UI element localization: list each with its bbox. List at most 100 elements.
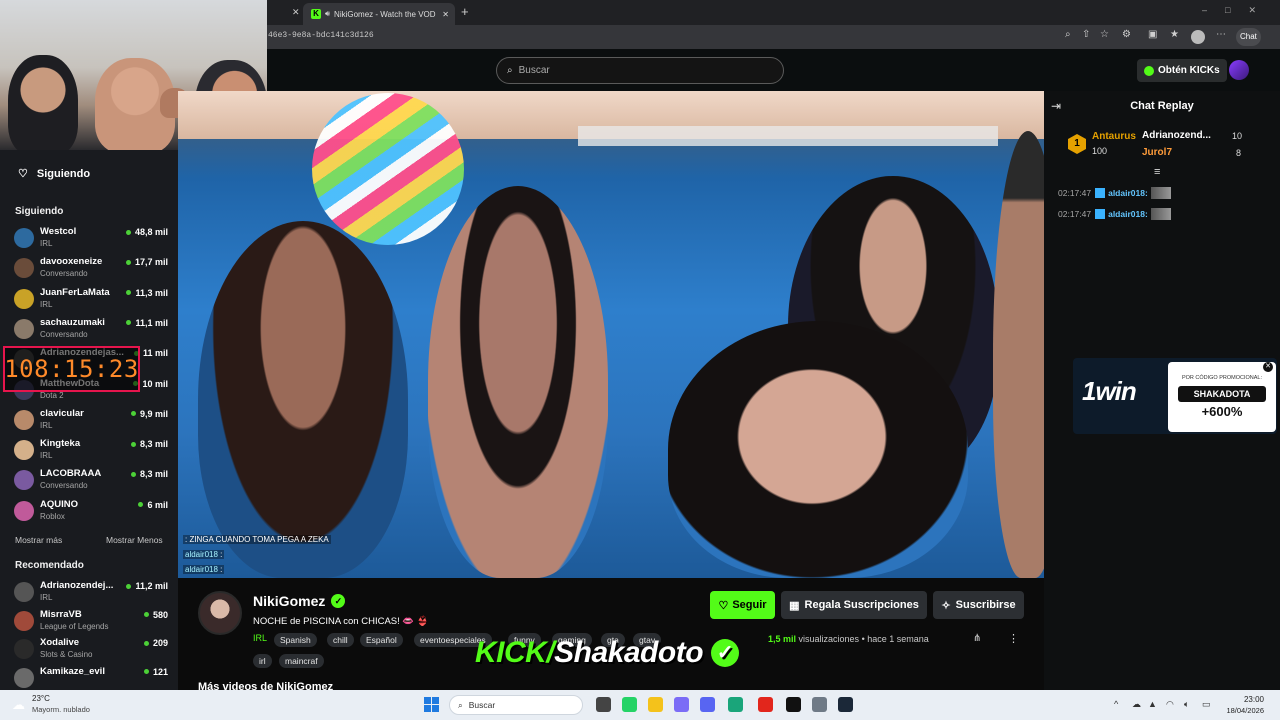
live-dot-icon <box>143 669 149 674</box>
weather-desc[interactable]: Mayorm. nublado <box>32 705 90 714</box>
viewer-count-value: 209 <box>152 638 168 648</box>
tag-chip[interactable]: chill <box>327 633 354 647</box>
profile-avatar[interactable] <box>1191 30 1205 44</box>
start-icon[interactable] <box>424 697 439 712</box>
video-chat-user: aldair018 <box>185 565 218 574</box>
leaderboard-name[interactable]: Adrianozend... <box>1142 130 1211 141</box>
filter-icon[interactable]: ≡ <box>1154 166 1160 178</box>
tab-close-icon[interactable]: ✕ <box>442 10 449 19</box>
channel-item[interactable]: davooxeneize Conversando 17,7 mil <box>14 256 168 284</box>
app-icon[interactable] <box>786 697 801 712</box>
tag-chip[interactable]: maincraf <box>279 654 324 668</box>
edge-icon[interactable] <box>728 697 743 712</box>
weather-icon[interactable]: ☁ <box>12 697 25 713</box>
tag-chip[interactable]: irl <box>253 654 272 668</box>
video-chat-text: : <box>217 565 223 574</box>
chat-message[interactable]: 02:17:47 aldair018: <box>1058 208 1171 220</box>
leaderboard-amount: 10 <box>1232 131 1243 141</box>
channel-item[interactable]: JuanFerLaMata IRL 11,3 mil <box>14 287 168 315</box>
viewer-count: 121 <box>143 666 168 677</box>
channel-item[interactable]: Westcol IRL 48,8 mil <box>14 226 168 254</box>
viewer-count-value: 121 <box>152 666 168 677</box>
channel-item[interactable]: sachauzumaki Conversando 11,1 mil <box>14 317 168 345</box>
app-icon[interactable] <box>674 697 689 712</box>
share-icon[interactable]: ⋔ <box>973 633 981 644</box>
channel-item[interactable]: Xodalive Slots & Casino 209 <box>14 637 168 665</box>
whatsapp-icon[interactable] <box>622 697 637 712</box>
file-explorer-icon[interactable] <box>648 697 663 712</box>
channel-item[interactable]: MisrraVB League of Legends 580 <box>14 609 168 637</box>
more-options-icon[interactable]: ⋮ <box>1008 632 1019 645</box>
task-view-icon[interactable] <box>596 697 611 712</box>
channel-item[interactable]: Kingteka IRL 8,3 mil <box>14 438 168 466</box>
leaderboard-name[interactable]: Jurol7 <box>1142 147 1172 158</box>
settings-icon[interactable] <box>812 697 827 712</box>
discord-icon[interactable] <box>700 697 715 712</box>
streamer-avatar[interactable] <box>198 591 242 635</box>
chat-message[interactable]: 02:17:47 aldair018: <box>1058 187 1171 199</box>
favorites-icon[interactable]: ★ <box>1170 29 1179 40</box>
channel-category: Conversando <box>40 481 88 491</box>
window-controls[interactable]: –□✕ <box>1202 5 1274 16</box>
channel-name: Kamikaze_evil <box>40 665 105 677</box>
new-tab-button[interactable]: + <box>461 4 469 19</box>
ad-close-icon[interactable]: ✕ <box>1263 362 1273 372</box>
tag-chip[interactable]: Español <box>360 633 403 647</box>
watermark-check-icon: ✓ <box>711 639 740 667</box>
chat-username[interactable]: aldair018: <box>1108 209 1148 219</box>
live-dot-icon <box>130 411 136 417</box>
browser-menu-icon[interactable]: ⋯ <box>1216 29 1226 40</box>
url-text[interactable]: 46e3-9e8a-bdc141c3d126 <box>268 31 374 40</box>
subscribe-label: Suscribirse <box>955 599 1016 611</box>
leaderboard-amount: 8 <box>1236 148 1242 158</box>
video-chat-line: : ZINGA CUANDO TOMA PEGA A ZEKA <box>183 535 331 544</box>
viewer-count: 17,7 mil <box>125 257 168 267</box>
following-header[interactable]: ♡ Siguiendo <box>18 167 90 181</box>
channel-item[interactable]: Adrianozendej... IRL 11,2 mil <box>14 580 168 608</box>
gift-label: Regala Suscripciones <box>804 599 919 611</box>
tray-app-icon[interactable]: ☁ <box>1132 699 1141 710</box>
tray-app-icon[interactable]: ▲ <box>1148 699 1157 709</box>
user-avatar[interactable] <box>1229 60 1249 80</box>
clock-date[interactable]: 18/04/2026 <box>1224 706 1264 715</box>
channel-name: Westcol <box>40 226 77 237</box>
tab-title: NikiGomez - Watch the VOD <box>334 9 436 19</box>
tag-chip[interactable]: Spanish <box>274 633 317 647</box>
kick-favicon-icon: K <box>311 9 321 19</box>
follow-button[interactable]: ♡ Seguir <box>710 591 775 619</box>
app-icon[interactable] <box>758 697 773 712</box>
search-input[interactable]: ⌕ Buscar <box>496 57 784 84</box>
gift-subs-button[interactable]: ▦ Regala Suscripciones <box>781 591 927 619</box>
get-kicks-button[interactable]: Obtén KICKs <box>1137 59 1227 82</box>
channel-name: davooxeneize <box>40 256 103 268</box>
clock-time[interactable]: 23:00 <box>1224 695 1264 704</box>
battery-icon[interactable]: ▭ <box>1202 699 1211 710</box>
channel-item[interactable]: clavicular IRL 9,9 mil <box>14 408 168 436</box>
subscribe-button[interactable]: ✧ Suscribirse <box>933 591 1024 619</box>
copilot-chat-button[interactable]: Chat <box>1236 28 1261 46</box>
browser-tab-active[interactable]: K 🔊︎ NikiGomez - Watch the VOD ✕ <box>303 3 455 25</box>
weather-temp[interactable]: 23°C <box>32 694 50 703</box>
bookmark-star-icon[interactable]: ☆ <box>1100 29 1109 40</box>
zoom-icon[interactable]: ⌕ <box>1065 29 1071 40</box>
extensions-icon[interactable]: ⚙ <box>1122 29 1131 40</box>
taskbar-search[interactable]: ⌕ Buscar <box>449 695 583 715</box>
streamer-name[interactable]: NikiGomez ✓ <box>253 593 346 609</box>
volume-icon[interactable]: 🔈︎ <box>1184 699 1189 710</box>
show-more-link[interactable]: Mostrar más <box>15 535 62 545</box>
channel-item[interactable]: LACOBRAAA Conversando 8,3 mil <box>14 468 168 496</box>
tab-close-icon[interactable]: ✕ <box>292 7 300 18</box>
channel-item[interactable]: AQUINO Roblox 6 mil <box>14 499 168 527</box>
chat-username[interactable]: aldair018: <box>1108 188 1148 198</box>
leaderboard-name[interactable]: Antaurus <box>1092 131 1136 142</box>
category-link[interactable]: IRL <box>253 633 267 643</box>
view-stats: 1,5 mil visualizaciones • hace 1 semana <box>768 634 929 644</box>
share-page-icon[interactable]: ⇧ <box>1082 29 1090 40</box>
steam-icon[interactable] <box>838 697 853 712</box>
user-badge-icon <box>1095 188 1106 198</box>
tray-chevron-icon[interactable]: ^ <box>1114 699 1118 709</box>
show-less-link[interactable]: Mostrar Menos <box>106 535 163 545</box>
split-screen-icon[interactable]: ▣ <box>1148 29 1157 40</box>
video-player[interactable] <box>178 91 1044 578</box>
wifi-icon[interactable]: ◠ <box>1166 699 1174 710</box>
